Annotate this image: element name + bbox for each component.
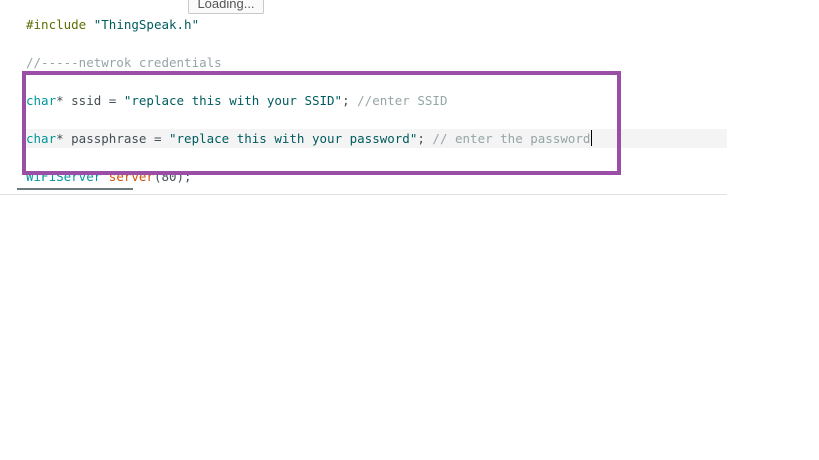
editor-bottom-border [0,194,727,195]
horizontal-scrollbar-thumb[interactable] [17,188,133,190]
loading-tooltip: Loading... [188,0,264,14]
include-file: "ThingSpeak.h" [93,17,200,32]
credentials-highlight-box [22,71,621,175]
include-directive: #include [26,17,87,32]
code-line-include[interactable]: #include "ThingSpeak.h" [26,15,199,34]
credentials-comment: //-----netwrok credentials [26,55,222,70]
code-line-comment[interactable]: //-----netwrok credentials [26,53,222,72]
